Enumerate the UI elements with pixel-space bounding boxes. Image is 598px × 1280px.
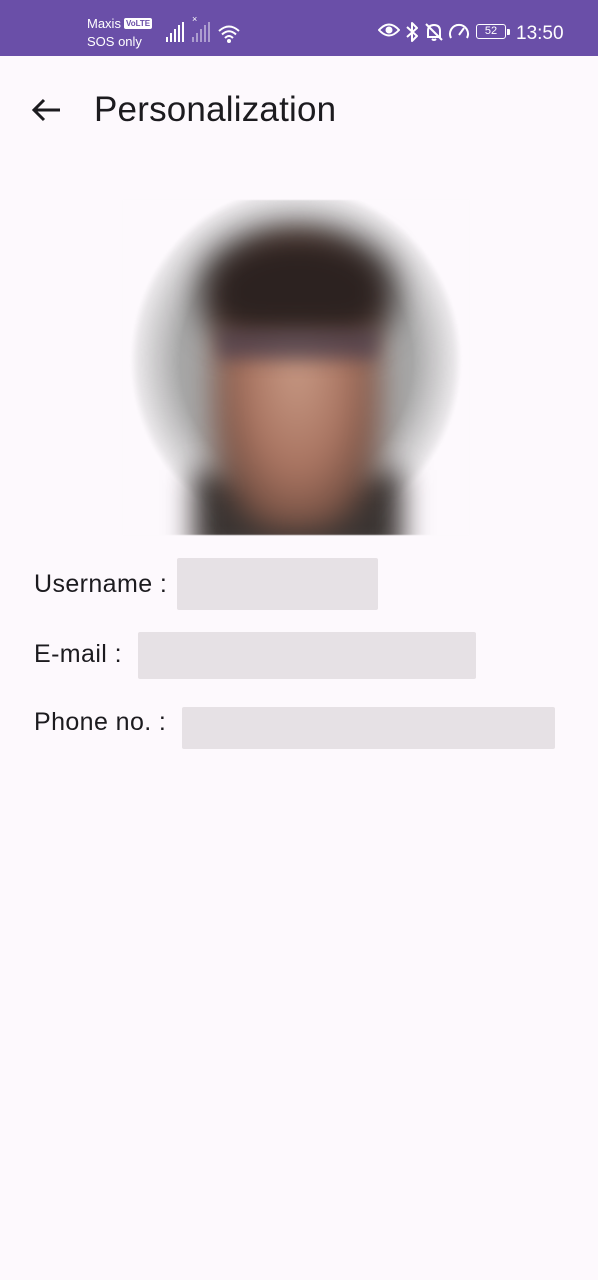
phone-value	[182, 707, 555, 749]
email-label: E-mail :	[34, 640, 122, 668]
status-bar: Maxis VoLTE SOS only × 52 13:50	[0, 0, 598, 56]
clock: 13:50	[516, 23, 564, 44]
username-value	[177, 558, 378, 610]
bell-off-icon	[425, 23, 443, 41]
carrier-info: Maxis VoLTE SOS only	[87, 16, 153, 49]
speedometer-icon	[449, 23, 469, 39]
phone-label: Phone no. :	[34, 708, 167, 736]
bluetooth-icon	[406, 22, 418, 42]
eye-icon	[378, 23, 400, 37]
arrow-left-icon[interactable]	[30, 94, 62, 126]
volte-badge: VoLTE	[123, 18, 153, 29]
page-title: Personalization	[94, 90, 337, 129]
signal-icon	[166, 22, 186, 42]
wifi-icon	[218, 25, 240, 43]
profile-avatar[interactable]	[123, 200, 469, 535]
signal-no-service-icon: ×	[192, 14, 212, 42]
sos-text: SOS only	[87, 34, 142, 49]
battery-icon: 52	[476, 24, 510, 39]
email-value	[138, 632, 476, 679]
username-label: Username :	[34, 570, 168, 598]
carrier-name: Maxis	[87, 16, 121, 31]
